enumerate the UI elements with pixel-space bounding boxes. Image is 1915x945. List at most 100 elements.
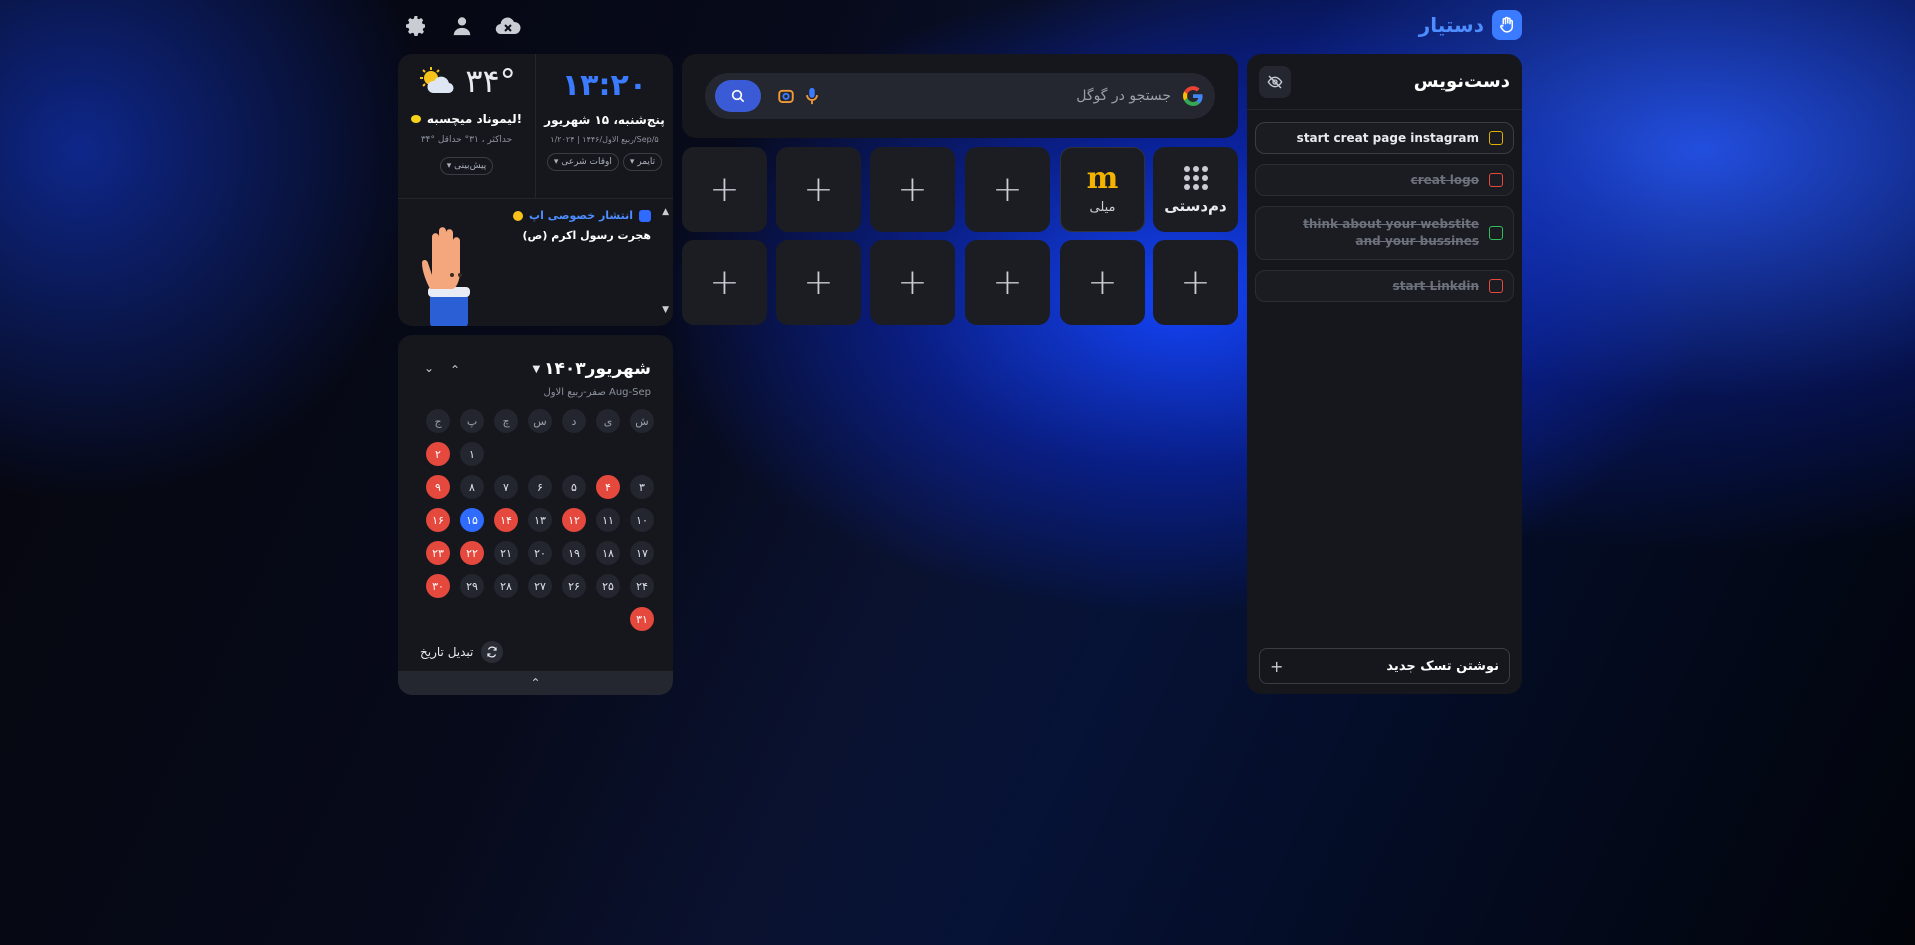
tile-label: دم‌دستی xyxy=(1164,196,1227,215)
clock-time: ۱۳:۲۰ xyxy=(561,68,648,103)
settings-gear-icon[interactable] xyxy=(402,12,430,40)
calendar-widget: شهریور۱۴۰۳ ▼ صفر-ربیع الاول Aug-Sep ⌄ ⌃ … xyxy=(398,335,673,695)
calendar-day-holiday[interactable]: ۱۶ xyxy=(426,508,450,532)
prev-month-chevron-down-icon[interactable]: ⌄ xyxy=(424,361,434,375)
cloud-close-icon[interactable] xyxy=(494,12,522,40)
sun-cloud-icon xyxy=(420,67,454,94)
user-icon[interactable] xyxy=(448,12,476,40)
calendar-day[interactable]: ۵ xyxy=(562,475,586,499)
calendar-day[interactable]: ۲۷ xyxy=(528,574,552,598)
calendar-day[interactable]: ۱۰ xyxy=(630,508,654,532)
calendar-day[interactable]: ۲۵ xyxy=(596,574,620,598)
chevron-down-icon[interactable]: ▼ xyxy=(662,305,669,315)
calendar-day[interactable]: ۶ xyxy=(528,475,552,499)
brand-name: دستیار xyxy=(1418,13,1484,37)
refresh-icon xyxy=(481,641,504,663)
task-item[interactable]: creat logo xyxy=(1255,164,1514,196)
chevron-up-icon[interactable]: ▲ xyxy=(662,207,669,217)
timer-chip[interactable]: ▾ تایمر xyxy=(622,153,663,171)
prayer-times-chip[interactable]: ▾ اوقات شرعی xyxy=(546,153,619,171)
calendar-day-today[interactable]: ۱۵ xyxy=(460,508,484,532)
calendar-day-holiday[interactable]: ۲۳ xyxy=(426,541,450,565)
calendar-day[interactable]: ۲۴ xyxy=(630,574,654,598)
add-shortcut-tile[interactable]: + xyxy=(870,240,955,325)
calendar-day[interactable]: ۳ xyxy=(630,475,654,499)
calendar-day[interactable]: ۱ xyxy=(460,442,484,466)
calendar-day-holiday[interactable]: ۱۲ xyxy=(562,508,586,532)
add-shortcut-tile[interactable]: + xyxy=(682,147,767,232)
calendar-day-holiday[interactable]: ۲۲ xyxy=(460,541,484,565)
lemon-icon xyxy=(410,115,421,123)
calendar-day[interactable]: ۷ xyxy=(494,475,518,499)
task-checkbox[interactable] xyxy=(1489,279,1503,293)
calendar-day[interactable]: ۱۷ xyxy=(630,541,654,565)
shortcut-tile-damdasti[interactable]: دم‌دستی xyxy=(1153,147,1238,232)
calendar-day[interactable]: ۱۹ xyxy=(562,541,586,565)
convert-date-button[interactable]: تبدیل تاریخ xyxy=(420,641,504,663)
calendar-day[interactable]: ۲۶ xyxy=(562,574,586,598)
forecast-chip[interactable]: ▾ پیش‌بینی xyxy=(439,157,494,175)
calendar-day-holiday[interactable]: ۱۴ xyxy=(494,508,518,532)
add-task-icon[interactable]: + xyxy=(1270,657,1283,676)
tile-label: میلی xyxy=(1089,200,1116,215)
task-checkbox[interactable] xyxy=(1489,173,1503,187)
camera-icon[interactable] xyxy=(777,87,795,105)
plus-icon: + xyxy=(992,261,1023,303)
search-button[interactable] xyxy=(715,80,761,112)
calendar-day-holiday[interactable]: ۳۱ xyxy=(630,607,654,631)
shortcut-tile-mili[interactable]: m میلی xyxy=(1060,147,1145,232)
search-input[interactable]: جستجو در گوگل xyxy=(705,73,1215,119)
calendar-day[interactable]: ۱۳ xyxy=(528,508,552,532)
new-task-input[interactable]: + نوشتن تسک جدید xyxy=(1259,648,1510,684)
calendar-collapse-bar[interactable]: ⌃ xyxy=(398,671,673,695)
add-shortcut-tile[interactable]: + xyxy=(776,147,861,232)
task-item[interactable]: start Linkdin xyxy=(1255,270,1514,302)
next-month-chevron-up-icon[interactable]: ⌃ xyxy=(450,363,460,377)
calendar-subtitle: صفر-ربیع الاول Aug-Sep xyxy=(543,387,651,398)
convert-date-label: تبدیل تاریخ xyxy=(420,645,474,659)
microphone-icon[interactable] xyxy=(805,87,821,105)
hand-icon xyxy=(1492,10,1522,40)
calendar-empty-cell xyxy=(528,442,552,466)
task-checkbox[interactable] xyxy=(1489,131,1503,145)
calendar-empty-cell xyxy=(494,442,518,466)
calendar-day[interactable]: ۲۸ xyxy=(494,574,518,598)
notes-panel: دست‌نویس start creat page instagram crea… xyxy=(1247,54,1522,694)
task-item[interactable]: think about your webstite and your bussi… xyxy=(1255,206,1514,260)
task-checkbox[interactable] xyxy=(1489,226,1503,240)
add-shortcut-tile[interactable]: + xyxy=(965,240,1050,325)
event-title[interactable]: انتشار خصوصی اپ xyxy=(529,209,633,222)
calendar-day[interactable]: ۱۸ xyxy=(596,541,620,565)
calendar-day[interactable]: ۸ xyxy=(460,475,484,499)
brand[interactable]: دستیار xyxy=(1419,10,1522,40)
waving-hand-illustration xyxy=(422,227,470,326)
add-shortcut-tile[interactable]: + xyxy=(776,240,861,325)
top-toolbar xyxy=(402,12,522,40)
calendar-day-holiday[interactable]: ۳۰ xyxy=(426,574,450,598)
add-shortcut-tile[interactable]: + xyxy=(1060,240,1145,325)
add-shortcut-tile[interactable]: + xyxy=(1153,240,1238,325)
plus-icon: + xyxy=(803,261,834,303)
task-item[interactable]: start creat page instagram xyxy=(1255,122,1514,154)
calendar-day-holiday[interactable]: ۴ xyxy=(596,475,620,499)
calendar-day[interactable]: ۱۱ xyxy=(596,508,620,532)
plus-icon: + xyxy=(709,261,740,303)
weekday-header: پ xyxy=(460,409,484,433)
calendar-day-holiday[interactable]: ۹ xyxy=(426,475,450,499)
calendar-day[interactable]: ۲۱ xyxy=(494,541,518,565)
add-shortcut-tile[interactable]: + xyxy=(682,240,767,325)
month-dropdown-icon[interactable]: ▼ xyxy=(532,364,540,375)
add-shortcut-tile[interactable]: + xyxy=(965,147,1050,232)
weekday-header: س xyxy=(528,409,552,433)
calendar-day[interactable]: ۲۰ xyxy=(528,541,552,565)
google-icon xyxy=(1181,84,1205,108)
add-shortcut-tile[interactable]: + xyxy=(870,147,955,232)
calendar-empty-cell xyxy=(562,442,586,466)
search-placeholder: جستجو در گوگل xyxy=(1076,88,1171,104)
info-panel: ۱۳:۲۰ پنج‌شنبه، ۱۵ شهریور ۱/ربیع الاول/۱… xyxy=(398,54,673,326)
weather-desc: لیموناد میچسبه! xyxy=(426,112,523,126)
calendar-day-holiday[interactable]: ۲ xyxy=(426,442,450,466)
hide-eye-icon[interactable] xyxy=(1259,65,1291,98)
calendar-day[interactable]: ۲۹ xyxy=(460,574,484,598)
plus-icon: + xyxy=(992,168,1023,210)
